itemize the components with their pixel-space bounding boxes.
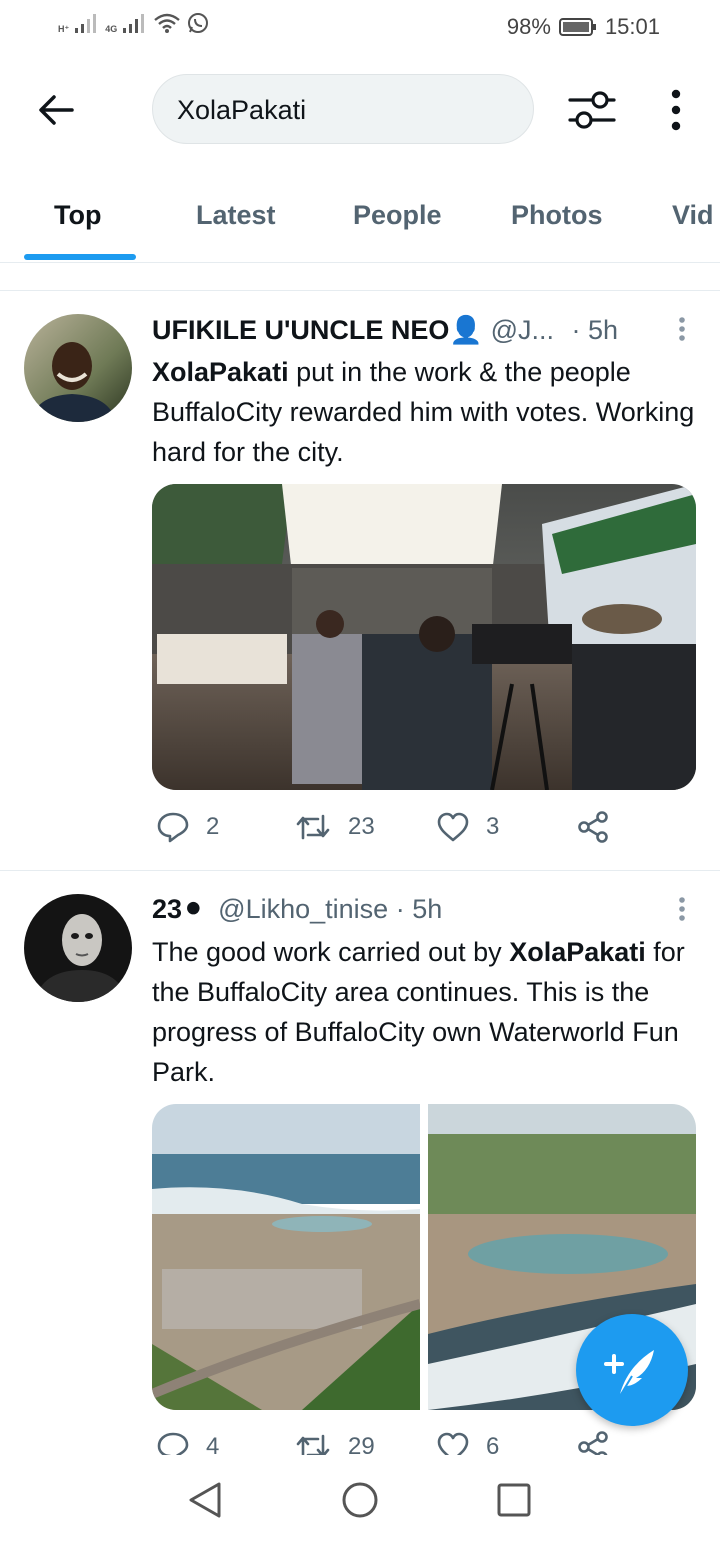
more-vertical-icon <box>679 897 685 921</box>
tweet-more-button[interactable] <box>674 314 690 350</box>
nav-home-button[interactable] <box>340 1480 380 1520</box>
avatar-image <box>24 314 132 422</box>
retweet-count: 23 <box>348 813 375 840</box>
tweet-text: The good work carried out by XolaPakati … <box>152 932 697 1092</box>
whatsapp-icon <box>188 13 209 33</box>
event-hall-photo <box>152 484 696 790</box>
compose-feather-icon <box>604 1350 654 1397</box>
tweet-more-button[interactable] <box>674 894 690 930</box>
battery-icon <box>558 18 596 36</box>
tab-top[interactable]: Top <box>54 200 101 231</box>
filter-sliders-icon <box>568 91 616 129</box>
tweet-photo[interactable] <box>152 484 696 790</box>
mention-link[interactable]: XolaPakati <box>509 937 646 967</box>
retweet-button[interactable]: 23 <box>294 810 375 844</box>
author-handle[interactable]: @J... <box>491 315 554 345</box>
tab-videos[interactable]: Vid <box>672 200 714 231</box>
share-icon <box>578 811 608 843</box>
tweet-time: · 5h <box>395 894 443 924</box>
author-name[interactable]: 23⚫ <box>152 894 205 924</box>
back-arrow-icon <box>39 95 74 125</box>
tab-photos[interactable]: Photos <box>511 200 603 231</box>
tab-people[interactable]: People <box>353 200 442 231</box>
tweet-time: · 5h <box>571 315 619 345</box>
like-button[interactable]: 3 <box>436 810 499 844</box>
signal-icon-2 <box>123 14 145 33</box>
nav-back-triangle-icon <box>189 1482 221 1518</box>
status-left-icons: H⁺ 4G <box>58 12 209 34</box>
search-tabs: Top Latest People Photos Vid <box>0 180 720 263</box>
avatar[interactable] <box>24 314 132 422</box>
active-tab-indicator <box>24 254 136 260</box>
heart-icon <box>437 812 469 842</box>
reply-button[interactable]: 2 <box>156 810 219 844</box>
mention-link[interactable]: XolaPakati <box>152 357 289 387</box>
author-handle[interactable]: @Likho_tinise <box>218 894 388 924</box>
compose-tweet-button[interactable] <box>576 1314 688 1426</box>
more-options-button[interactable] <box>662 88 690 132</box>
tweet-card[interactable]: UFIKILE U'UNCLE NEO👤 @J... · 5h XolaPaka… <box>0 290 720 870</box>
reply-icon <box>157 812 189 843</box>
tweet-text: XolaPakati put in the work & the people … <box>152 352 697 472</box>
tweet-header: UFIKILE U'UNCLE NEO👤 @J... · 5h <box>152 314 672 350</box>
retweet-icon <box>296 814 330 840</box>
clock: 15:01 <box>604 14 660 39</box>
nav-home-circle-icon <box>342 1482 378 1518</box>
search-header: XolaPakati <box>0 70 720 150</box>
search-filter-button[interactable] <box>566 86 618 134</box>
nav-recents-square-icon <box>497 1483 531 1517</box>
wifi-icon <box>154 13 181 33</box>
status-bar: H⁺ 4G 98% 15:01 <box>0 0 720 54</box>
like-count: 3 <box>486 813 500 840</box>
nav-back-button[interactable] <box>185 1480 225 1520</box>
tweet-actions: 2 23 3 <box>152 810 672 850</box>
tweet-text-pre: The good work carried out by <box>152 937 510 967</box>
back-button[interactable] <box>34 88 78 132</box>
tab-latest[interactable]: Latest <box>196 200 276 231</box>
tweet-photo-1[interactable] <box>152 1104 420 1410</box>
status-right: 98% 15:01 <box>507 14 660 40</box>
avatar-image <box>24 894 132 1002</box>
tweet-header: 23⚫ @Likho_tinise · 5h <box>152 894 672 930</box>
share-button[interactable] <box>576 810 610 844</box>
network-type-1: H⁺ <box>58 24 70 34</box>
more-vertical-icon <box>671 89 681 131</box>
search-query: XolaPakati <box>177 95 307 125</box>
system-navigation-bar <box>0 1455 720 1541</box>
author-name[interactable]: UFIKILE U'UNCLE NEO👤 <box>152 315 483 345</box>
search-input[interactable]: XolaPakati <box>152 74 534 144</box>
avatar[interactable] <box>24 894 132 1002</box>
reply-count: 2 <box>206 813 220 840</box>
nav-recents-button[interactable] <box>494 1480 534 1520</box>
more-vertical-icon <box>679 317 685 341</box>
network-type-2: 4G <box>105 24 118 34</box>
signal-icon <box>75 14 97 33</box>
battery-percent: 98% <box>506 14 551 39</box>
